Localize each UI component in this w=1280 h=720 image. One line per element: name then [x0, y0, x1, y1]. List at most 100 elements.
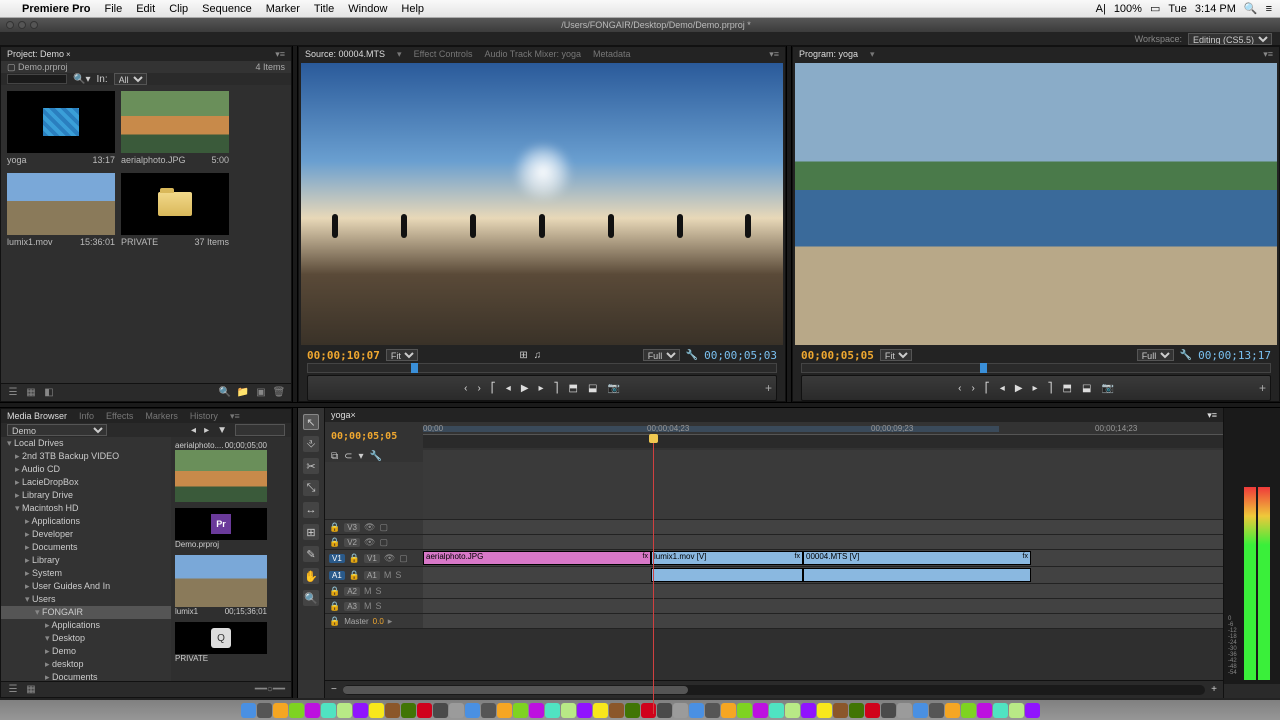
- dock-app-icon[interactable]: [705, 703, 720, 718]
- tree-item[interactable]: Users: [1, 593, 171, 606]
- goto-out-button[interactable]: ⎤: [1048, 383, 1053, 394]
- mb-tree[interactable]: Local Drives 2nd 3TB Backup VIDEOAudio C…: [1, 437, 171, 681]
- step-fwd-button[interactable]: ▸: [539, 383, 544, 394]
- tab-audio-mixer[interactable]: Audio Track Mixer: yoga: [484, 49, 581, 59]
- tab-source[interactable]: Source: 00004.MTS: [305, 49, 385, 59]
- tree-item[interactable]: Macintosh HD: [1, 502, 171, 515]
- menu-sequence[interactable]: Sequence: [202, 3, 252, 15]
- tool-6[interactable]: ✎: [303, 546, 319, 562]
- dock-app-icon[interactable]: [881, 703, 896, 718]
- lock-icon[interactable]: 🔒: [329, 522, 340, 533]
- timeline-tc[interactable]: 00;00;05;05: [331, 431, 397, 442]
- dock-app-icon[interactable]: [801, 703, 816, 718]
- dock-app-icon[interactable]: [529, 703, 544, 718]
- bin-item[interactable]: PRIVATE37 Items: [121, 173, 229, 249]
- tool-0[interactable]: ↖: [303, 414, 319, 430]
- dock-app-icon[interactable]: [817, 703, 832, 718]
- insert-button[interactable]: ⬒: [569, 383, 578, 394]
- dock-app-icon[interactable]: [305, 703, 320, 718]
- clip[interactable]: 00004.MTS [V]fx: [803, 551, 1031, 565]
- icon-view-icon[interactable]: ▦: [25, 387, 37, 399]
- snap-icon[interactable]: ⧉: [331, 451, 338, 462]
- dock-app-icon[interactable]: [1009, 703, 1024, 718]
- dock-app-icon[interactable]: [1025, 703, 1040, 718]
- tree-item[interactable]: Documents: [1, 671, 171, 681]
- source-fit-select[interactable]: Fit: [386, 349, 418, 361]
- dock-app-icon[interactable]: [673, 703, 688, 718]
- menu-edit[interactable]: Edit: [136, 3, 155, 15]
- dock-app-icon[interactable]: [737, 703, 752, 718]
- tab-project[interactable]: Project: Demo×: [7, 49, 71, 59]
- play-button[interactable]: ▶: [521, 383, 529, 394]
- export-frame-button[interactable]: 📷: [607, 383, 619, 394]
- adobe-icon[interactable]: A|: [1096, 3, 1106, 15]
- source-viewport[interactable]: [301, 63, 783, 345]
- dock-app-icon[interactable]: [545, 703, 560, 718]
- mb-item[interactable]: lumix100;15;36;01: [175, 555, 287, 616]
- lock-icon[interactable]: 🔒: [329, 601, 340, 612]
- tab-metadata[interactable]: Metadata: [593, 49, 631, 59]
- track-header[interactable]: V1🔒V1👁▢: [325, 550, 423, 566]
- bin-item[interactable]: lumix1.mov15:36:01: [7, 173, 115, 249]
- dock-app-icon[interactable]: [977, 703, 992, 718]
- track-lane[interactable]: [423, 599, 1223, 613]
- search-icon[interactable]: 🔍▾: [73, 74, 90, 85]
- dock-app-icon[interactable]: [385, 703, 400, 718]
- sequence-tab[interactable]: yoga: [331, 410, 351, 420]
- tool-5[interactable]: ⊞: [303, 524, 319, 540]
- track-header[interactable]: 🔒A3MS: [325, 599, 423, 613]
- mb-filter-icon[interactable]: ▼: [217, 425, 227, 436]
- mb-thumbs[interactable]: aerialphoto....00;00;05;00 Pr Demo.prpro…: [171, 437, 291, 681]
- tree-item[interactable]: Demo: [1, 645, 171, 658]
- tree-root[interactable]: Local Drives: [1, 437, 171, 450]
- find-icon[interactable]: 🔍: [219, 387, 231, 399]
- panel-menu-icon[interactable]: ▾≡: [769, 49, 779, 60]
- menu-window[interactable]: Window: [348, 3, 387, 15]
- lock-icon[interactable]: 🔒: [349, 553, 360, 564]
- tree-item[interactable]: System: [1, 567, 171, 580]
- dock-app-icon[interactable]: [513, 703, 528, 718]
- extract-button[interactable]: ⬓: [1082, 383, 1091, 394]
- dock-app-icon[interactable]: [833, 703, 848, 718]
- lock-icon[interactable]: 🔒: [329, 537, 340, 548]
- dock-app-icon[interactable]: [417, 703, 432, 718]
- mb-item[interactable]: aerialphoto....00;00;05;00: [175, 441, 287, 502]
- dock-app-icon[interactable]: [993, 703, 1008, 718]
- tree-item[interactable]: User Guides And In: [1, 580, 171, 593]
- clip[interactable]: [651, 568, 803, 582]
- track-target[interactable]: V1: [329, 554, 345, 563]
- tree-item[interactable]: FONGAIR: [1, 606, 171, 619]
- dock-app-icon[interactable]: [465, 703, 480, 718]
- mb-nav-fwd-icon[interactable]: ▸: [204, 425, 209, 436]
- thumb-view-icon[interactable]: ▦: [25, 684, 37, 696]
- mb-nav-back-icon[interactable]: ◂: [191, 425, 196, 436]
- dock-app-icon[interactable]: [929, 703, 944, 718]
- dock-app-icon[interactable]: [273, 703, 288, 718]
- tab-info[interactable]: Info: [79, 411, 94, 421]
- program-viewport[interactable]: [795, 63, 1277, 345]
- new-bin-icon[interactable]: 📁: [237, 387, 249, 399]
- menu-help[interactable]: Help: [401, 3, 424, 15]
- list-view-icon[interactable]: ☰: [7, 387, 19, 399]
- dock-app-icon[interactable]: [769, 703, 784, 718]
- mb-item[interactable]: Pr Demo.prproj: [175, 508, 287, 549]
- dock-app-icon[interactable]: [785, 703, 800, 718]
- filter-select[interactable]: All: [114, 73, 147, 85]
- dock-app-icon[interactable]: [433, 703, 448, 718]
- project-grid[interactable]: yoga13:17 aerialphoto.JPG5:00 lumix1.mov…: [1, 85, 291, 383]
- eye-icon[interactable]: 👁: [364, 522, 375, 533]
- tree-item[interactable]: Library Drive: [1, 489, 171, 502]
- step-fwd-button[interactable]: ▸: [1033, 383, 1038, 394]
- dock-app-icon[interactable]: [337, 703, 352, 718]
- master-track[interactable]: 🔒Master0.0▸: [325, 614, 423, 628]
- source-scrubber[interactable]: [307, 363, 777, 373]
- marker-icon[interactable]: ▾: [359, 451, 364, 462]
- dock-app-icon[interactable]: [593, 703, 608, 718]
- tool-7[interactable]: ✋: [303, 568, 319, 584]
- dock-app-icon[interactable]: [369, 703, 384, 718]
- eye-icon[interactable]: 👁: [384, 553, 395, 564]
- dock-app-icon[interactable]: [961, 703, 976, 718]
- program-tc-in[interactable]: 00;00;05;05: [801, 349, 874, 362]
- settings-icon[interactable]: 🔧: [686, 350, 698, 361]
- dock-app-icon[interactable]: [449, 703, 464, 718]
